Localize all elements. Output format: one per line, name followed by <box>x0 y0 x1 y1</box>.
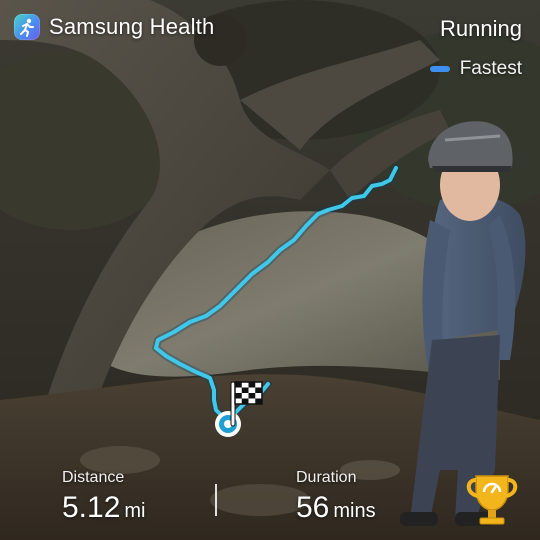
legend-label: Fastest <box>459 58 522 79</box>
start-point-icon <box>215 411 241 437</box>
activity-type: Running <box>440 16 522 41</box>
duration-unit: mins <box>333 500 376 522</box>
distance-unit: mi <box>124 500 146 522</box>
distance-label: Distance <box>62 469 125 486</box>
route-line <box>152 164 400 422</box>
legend-swatch <box>429 66 450 72</box>
distance-stat: Distance 5.12 mi <box>62 468 146 525</box>
stats-divider <box>215 484 217 516</box>
app-name: Samsung Health <box>49 14 215 39</box>
samsung-health-logo-icon <box>14 14 40 40</box>
duration-stat: Duration 56 mins <box>296 468 376 525</box>
app-brand: Samsung Health <box>14 14 214 40</box>
duration-label: Duration <box>296 469 357 486</box>
header-bar: Samsung Health Running Fastest <box>0 0 540 90</box>
distance-value: 5.12 <box>62 491 121 524</box>
trophy-icon <box>466 475 518 525</box>
route-legend: Fastest <box>429 58 522 80</box>
duration-value: 56 <box>296 491 330 524</box>
route-line-main <box>154 166 398 420</box>
workout-stats: Distance 5.12 mi Duration 56 mins <box>0 460 540 540</box>
